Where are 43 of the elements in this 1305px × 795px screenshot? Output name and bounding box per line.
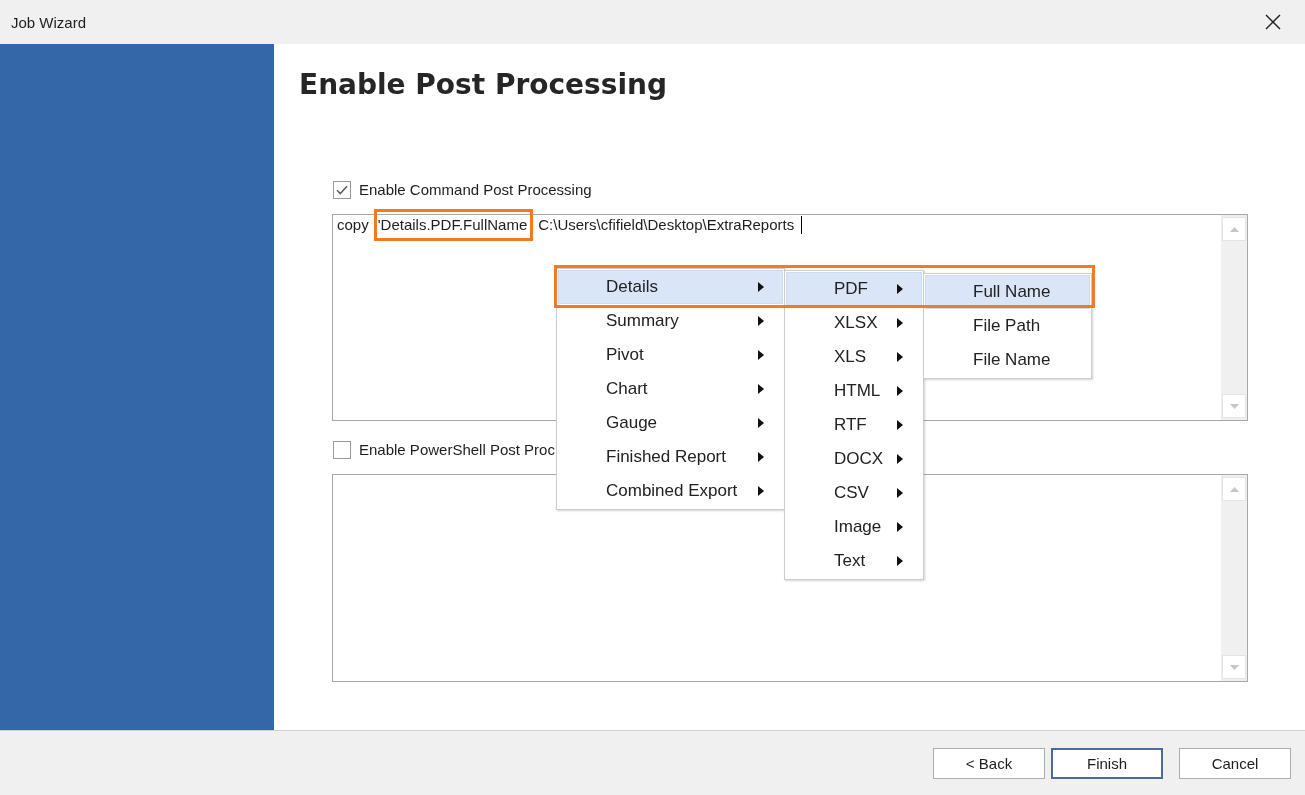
wizard-button[interactable]: Cancel bbox=[1179, 748, 1291, 779]
command-text: copy bbox=[337, 215, 369, 235]
menu-item[interactable]: File Name bbox=[925, 343, 1090, 377]
menu-item[interactable]: PDF bbox=[786, 272, 922, 306]
checkbox[interactable] bbox=[333, 180, 351, 199]
checkbox-label[interactable]: Enable Command Post Processing bbox=[359, 181, 592, 198]
menu-item[interactable]: Chart bbox=[558, 372, 783, 406]
menu-item[interactable]: DOCX bbox=[786, 442, 922, 476]
scrollbar[interactable] bbox=[1221, 215, 1247, 420]
wizard-button[interactable]: Finish bbox=[1051, 748, 1163, 779]
menu-item[interactable]: Details bbox=[558, 270, 783, 304]
menu-item[interactable]: RTF bbox=[786, 408, 922, 442]
scrollbar[interactable] bbox=[1221, 475, 1247, 681]
scroll-down-button[interactable] bbox=[1222, 655, 1246, 679]
menu-item[interactable]: Combined Export bbox=[558, 474, 783, 508]
checkbox[interactable] bbox=[333, 440, 351, 459]
triangle-down-icon bbox=[1229, 403, 1239, 409]
command-text: C:\Users\cfifield\Desktop\ExtraReports bbox=[538, 215, 795, 235]
triangle-down-icon bbox=[1229, 664, 1239, 670]
menu-item[interactable]: Finished Report bbox=[558, 440, 783, 474]
menu-item[interactable]: File Path bbox=[925, 309, 1090, 343]
menu-item[interactable]: Text bbox=[786, 544, 922, 578]
scroll-up-button[interactable] bbox=[1222, 477, 1246, 501]
checkbox-label[interactable]: Enable PowerShell Post Proc bbox=[359, 441, 555, 458]
menu-item[interactable]: HTML bbox=[786, 374, 922, 408]
menu-item[interactable]: Gauge bbox=[558, 406, 783, 440]
menu-item[interactable]: XLS bbox=[786, 340, 922, 374]
close-icon bbox=[1265, 14, 1281, 30]
scroll-up-button[interactable] bbox=[1222, 217, 1246, 241]
menu-item[interactable]: CSV bbox=[786, 476, 922, 510]
scroll-down-button[interactable] bbox=[1222, 394, 1246, 418]
check-icon bbox=[336, 184, 348, 195]
menu-item[interactable]: Summary bbox=[558, 304, 783, 338]
page-heading: Enable Post Processing bbox=[299, 68, 667, 102]
triangle-up-icon bbox=[1229, 226, 1239, 232]
wizard-button[interactable]: < Back bbox=[933, 748, 1045, 779]
highlighted-token: 'Details.PDF.FullName bbox=[373, 209, 534, 241]
text-cursor bbox=[801, 216, 803, 234]
menu-item[interactable]: XLSX bbox=[786, 306, 922, 340]
menu-item[interactable]: Pivot bbox=[558, 338, 783, 372]
menu-item[interactable]: Image bbox=[786, 510, 922, 544]
window-title: Job Wizard bbox=[11, 13, 87, 31]
triangle-up-icon bbox=[1229, 486, 1239, 492]
